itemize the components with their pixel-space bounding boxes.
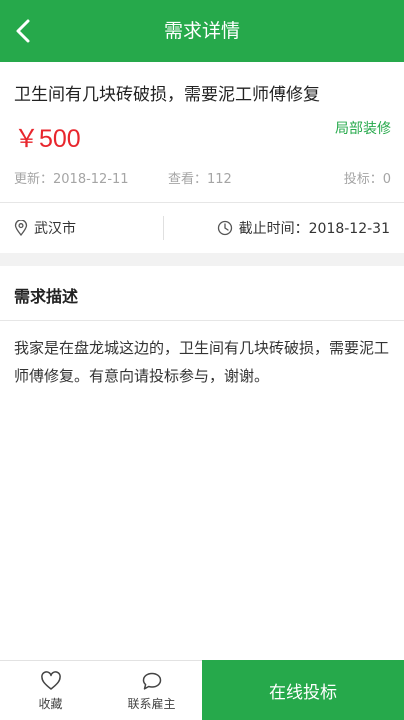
updated-date: 更新：2018-12-11 — [14, 172, 129, 187]
category-tag: 局部装修 — [335, 121, 391, 137]
heart-icon — [40, 670, 61, 690]
deadline-text: 截止时间：2018-12-31 — [238, 221, 390, 237]
request-title: 卫生间有几块砖破损，需要泥工师傅修复 — [14, 85, 320, 105]
description-heading: 需求描述 — [14, 287, 79, 306]
row-separator — [163, 216, 164, 240]
location: 武汉市 — [14, 203, 76, 253]
deadline: 截止时间：2018-12-31 — [217, 203, 390, 253]
bid-count: 投标：0 — [343, 172, 391, 187]
contact-label: 联系雇主 — [127, 696, 176, 711]
bottom-action-bar: 收藏 联系雇主 在线投标 — [0, 660, 404, 720]
divider — [0, 320, 404, 321]
description-text: 我家是在盘龙城这边的，卫生间有几块砖破损，需要泥工师傅修复。有意向请投标参与，谢… — [14, 339, 390, 385]
clock-icon — [217, 220, 232, 236]
contact-employer-button[interactable]: 联系雇主 — [101, 661, 202, 720]
request-price: ￥500 — [14, 125, 81, 153]
location-deadline-row: 武汉市 截止时间：2018-12-31 — [0, 203, 404, 253]
online-bid-button[interactable]: 在线投标 — [202, 660, 404, 720]
view-count: 查看：112 — [168, 172, 232, 187]
location-pin-icon — [14, 220, 28, 236]
description-header: 需求描述 — [0, 266, 404, 320]
request-summary: 卫生间有几块砖破损，需要泥工师傅修复 ￥500 局部装修 更新：2018-12-… — [0, 62, 404, 202]
section-gap — [0, 253, 404, 266]
location-text: 武汉市 — [34, 221, 76, 237]
favorite-label: 收藏 — [38, 696, 63, 711]
chat-bubble-icon — [142, 672, 161, 690]
favorite-button[interactable]: 收藏 — [0, 661, 101, 720]
top-app-bar: 需求详情 — [0, 0, 404, 62]
page-title: 需求详情 — [163, 20, 240, 42]
